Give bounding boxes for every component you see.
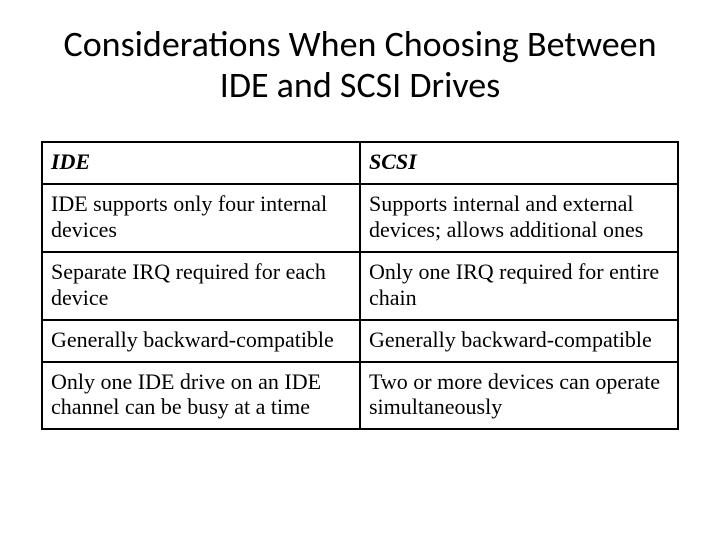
table-row: Separate IRQ required for each device On… (42, 252, 678, 320)
cell-ide: Separate IRQ required for each device (42, 252, 360, 320)
cell-scsi: Only one IRQ required for entire chain (360, 252, 678, 320)
table-row: Generally backward-compatible Generally … (42, 320, 678, 362)
cell-ide: Generally backward-compatible (42, 320, 360, 362)
cell-scsi: Generally backward-compatible (360, 320, 678, 362)
cell-ide: IDE supports only four internal devices (42, 184, 360, 252)
cell-scsi: Two or more devices can operate simultan… (360, 362, 678, 430)
col-header-scsi: SCSI (360, 142, 678, 184)
comparison-table: IDE SCSI IDE supports only four internal… (41, 141, 679, 431)
cell-scsi: Supports internal and external devices; … (360, 184, 678, 252)
slide: Considerations When Choosing Between IDE… (0, 0, 720, 540)
col-header-ide: IDE (42, 142, 360, 184)
table-row: Only one IDE drive on an IDE channel can… (42, 362, 678, 430)
table-row: IDE supports only four internal devices … (42, 184, 678, 252)
cell-ide: Only one IDE drive on an IDE channel can… (42, 362, 360, 430)
page-title: Considerations When Choosing Between IDE… (40, 24, 680, 107)
table-header-row: IDE SCSI (42, 142, 678, 184)
